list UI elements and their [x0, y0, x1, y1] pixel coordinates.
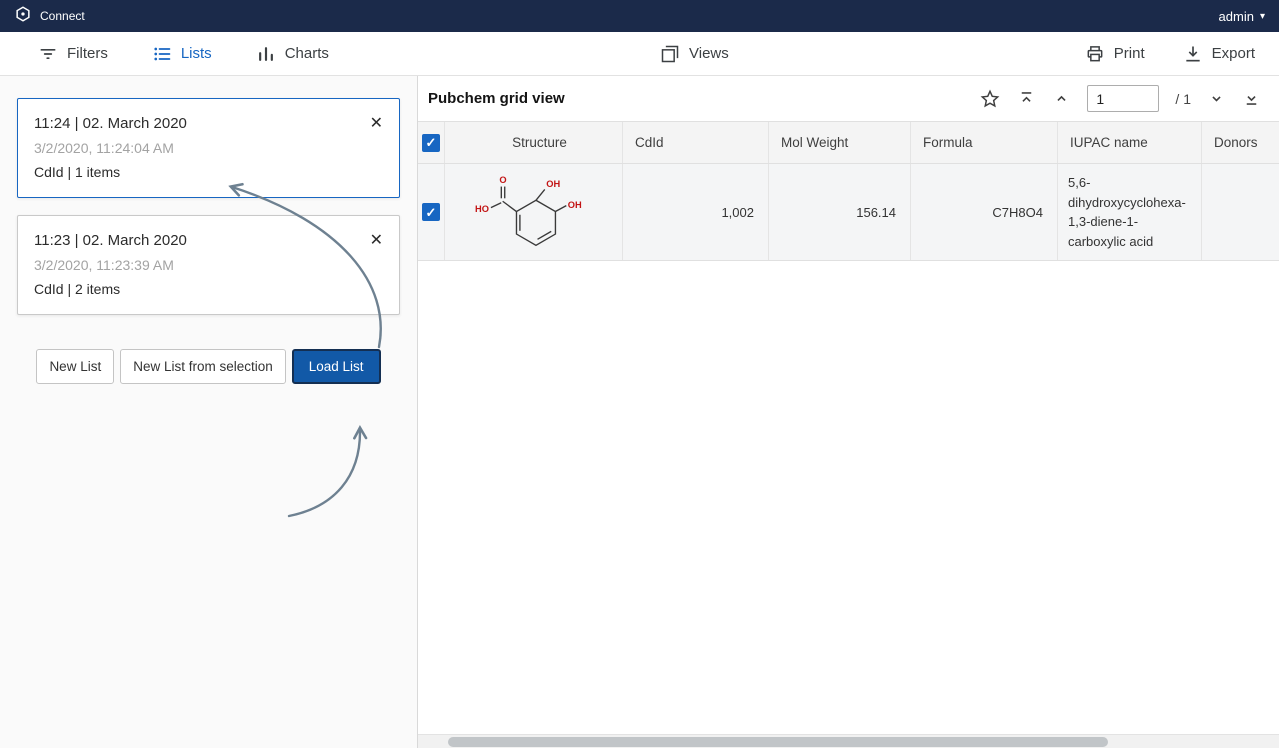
filters-label: Filters	[67, 45, 108, 62]
list-card-timestamp: 3/2/2020, 11:23:39 AM	[34, 253, 383, 277]
filter-icon	[38, 44, 58, 64]
horizontal-scrollbar-track[interactable]	[418, 734, 1279, 748]
grid-empty-area	[418, 261, 1279, 748]
views-icon	[660, 44, 680, 64]
load-list-button[interactable]: Load List	[292, 349, 381, 384]
list-card[interactable]: 11:23 | 02. March 2020 3/2/2020, 11:23:3…	[17, 215, 400, 315]
cell-mol-weight: 156.14	[769, 164, 911, 260]
download-icon	[1183, 44, 1203, 64]
column-header-formula[interactable]: Formula	[911, 122, 1058, 163]
cell-donors	[1202, 164, 1279, 260]
lists-button[interactable]: Lists	[152, 44, 212, 64]
page-total-label: / 1	[1175, 91, 1191, 107]
export-button[interactable]: Export	[1183, 44, 1255, 64]
close-icon[interactable]: ✕	[370, 113, 383, 133]
horizontal-scrollbar-thumb[interactable]	[448, 737, 1108, 747]
grid-title: Pubchem grid view	[428, 90, 565, 107]
print-label: Print	[1114, 45, 1145, 62]
list-card-meta: CdId | 1 items	[34, 160, 383, 184]
atom-label-ho: HO	[475, 204, 489, 214]
list-card-meta: CdId | 2 items	[34, 277, 383, 301]
filters-button[interactable]: Filters	[38, 44, 108, 64]
last-page-icon[interactable]	[1242, 89, 1261, 108]
export-label: Export	[1212, 45, 1255, 62]
column-header-iupac-name[interactable]: IUPAC name	[1058, 122, 1202, 163]
list-card-timestamp: 3/2/2020, 11:24:04 AM	[34, 136, 383, 160]
structure-cell: O HO OH OH	[445, 164, 623, 260]
connect-logo-icon	[14, 5, 32, 28]
list-icon	[152, 44, 172, 64]
column-header-cdid[interactable]: CdId	[623, 122, 769, 163]
grid-panel: Pubchem grid view	[418, 76, 1279, 748]
app-name: Connect	[40, 9, 85, 23]
cell-iupac-name: 5,6-dihydroxycyclohexa-1,3-diene-1-carbo…	[1058, 164, 1202, 260]
page-number-input[interactable]	[1087, 85, 1159, 112]
table-row[interactable]: ✓	[418, 164, 1279, 261]
table-header: ✓ Structure CdId Mol Weight Formula IUPA…	[418, 121, 1279, 164]
caret-down-icon: ▾	[1260, 11, 1265, 22]
topbar: Connect admin ▾	[0, 0, 1279, 32]
new-list-button[interactable]: New List	[36, 349, 114, 384]
previous-page-icon[interactable]	[1052, 89, 1071, 108]
atom-label-o: O	[499, 175, 506, 185]
cell-cdid: 1,002	[623, 164, 769, 260]
user-name: admin	[1219, 9, 1254, 24]
app-brand[interactable]: Connect	[14, 5, 85, 28]
toolbar: Filters Lists Charts Views	[0, 32, 1279, 76]
lists-panel: 11:24 | 02. March 2020 3/2/2020, 11:24:0…	[0, 76, 418, 748]
print-button[interactable]: Print	[1085, 44, 1145, 64]
column-header-structure[interactable]: Structure	[445, 122, 623, 163]
atom-label-oh-top: OH	[546, 179, 560, 189]
atom-label-oh-right: OH	[567, 200, 581, 210]
list-card[interactable]: 11:24 | 02. March 2020 3/2/2020, 11:24:0…	[17, 98, 400, 198]
favorite-star-icon[interactable]	[979, 88, 1001, 110]
printer-icon	[1085, 44, 1105, 64]
row-checkbox[interactable]: ✓	[422, 203, 440, 221]
charts-label: Charts	[285, 45, 329, 62]
cell-formula: C7H8O4	[911, 164, 1058, 260]
list-card-title: 11:24 | 02. March 2020	[34, 112, 383, 136]
column-header-donors[interactable]: Donors	[1202, 122, 1279, 163]
column-header-mol-weight[interactable]: Mol Weight	[769, 122, 911, 163]
select-all-checkbox[interactable]: ✓	[422, 134, 440, 152]
annotation-arrow-to-load-list	[289, 429, 360, 516]
user-menu[interactable]: admin ▾	[1219, 9, 1265, 24]
row-checkbox-cell: ✓	[418, 164, 445, 260]
new-list-from-selection-button[interactable]: New List from selection	[120, 349, 286, 384]
views-button[interactable]: Views	[660, 44, 729, 64]
first-page-icon[interactable]	[1017, 89, 1036, 108]
charts-button[interactable]: Charts	[256, 44, 329, 64]
views-label: Views	[689, 45, 729, 62]
list-card-title: 11:23 | 02. March 2020	[34, 229, 383, 253]
bar-chart-icon	[256, 44, 276, 64]
next-page-icon[interactable]	[1207, 89, 1226, 108]
molecule-structure-image: O HO OH OH	[454, 166, 614, 259]
close-icon[interactable]: ✕	[370, 230, 383, 250]
lists-label: Lists	[181, 45, 212, 62]
select-all-checkbox-cell: ✓	[418, 122, 445, 163]
